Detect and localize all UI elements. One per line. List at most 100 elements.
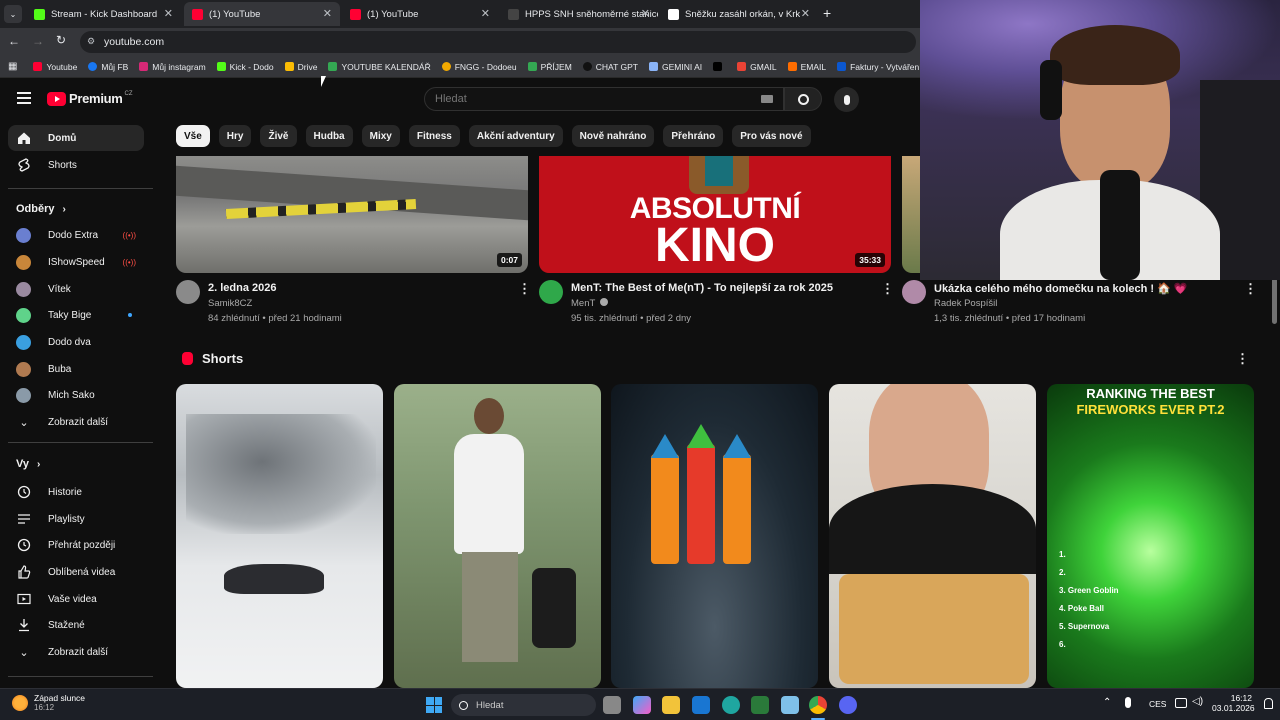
sidebar-item-history[interactable]: Historie (8, 479, 144, 505)
chrome-icon[interactable] (809, 696, 827, 714)
voice-search-button[interactable] (834, 87, 859, 112)
chip-fitness[interactable]: Fitness (408, 125, 460, 147)
outlook-icon[interactable] (692, 696, 710, 714)
chip-live[interactable]: Živě (260, 125, 297, 147)
close-tab-icon[interactable]: ✕ (641, 7, 650, 20)
sidebar-item-shorts[interactable]: Shorts (8, 152, 144, 178)
video-title[interactable]: MenT: The Best of Me(nT) - To nejlepší z… (571, 282, 833, 294)
search-box[interactable] (424, 87, 784, 111)
sidebar-item-subscription[interactable]: Buba (8, 356, 144, 382)
close-tab-icon[interactable]: ✕ (164, 7, 173, 20)
sidebar-item-liked-videos[interactable]: Oblíbená videa (8, 559, 144, 585)
sidebar-item-your-videos[interactable]: Vaše videa (8, 586, 144, 612)
start-button[interactable] (426, 697, 442, 713)
chip-recently-uploaded[interactable]: Nově nahráno (571, 125, 655, 147)
new-tab-button[interactable]: + (823, 5, 831, 21)
taskbar-search[interactable]: Hledat (451, 694, 596, 716)
youtube-logo[interactable]: Premium CZ (47, 91, 133, 106)
sidebar-item-subscription[interactable]: Mich Sako (8, 382, 144, 408)
subscriptions-header[interactable]: Odběry › (16, 203, 66, 215)
bookmark[interactable]: GEMINI AI (648, 62, 702, 72)
address-bar[interactable]: ⚙ youtube.com (80, 31, 916, 53)
more-actions-icon[interactable]: ⋮ (1244, 281, 1257, 297)
back-icon[interactable]: ← (8, 34, 20, 48)
clock[interactable]: 16:12 03.01.2026 (1212, 693, 1255, 713)
close-tab-icon[interactable]: ✕ (481, 7, 490, 20)
edge-icon[interactable] (722, 696, 740, 714)
bookmark[interactable]: Můj FB (88, 62, 128, 72)
sidebar-item-playlists[interactable]: Playlisty (8, 506, 144, 532)
tab-youtube-active[interactable]: (1) YouTube ✕ (184, 2, 340, 26)
bookmark[interactable]: CHAT GPT (582, 62, 638, 72)
bookmark[interactable]: Faktury - Vytváření (837, 62, 920, 72)
video-title[interactable]: 2. ledna 2026 (208, 282, 277, 294)
chip-games[interactable]: Hry (218, 125, 252, 147)
chip-mixes[interactable]: Mixy (361, 125, 400, 147)
more-actions-icon[interactable]: ⋮ (881, 281, 894, 297)
tab-hpps[interactable]: HPPS SNH sněhoměrné stanice ✕ (500, 2, 658, 26)
short-thumbnail[interactable] (829, 384, 1036, 688)
sidebar-show-more-you[interactable]: ⌄ Zobrazit další (8, 639, 144, 665)
sidebar-item-downloads[interactable]: Stažené (8, 612, 144, 638)
task-view-icon[interactable] (603, 696, 621, 714)
short-thumbnail[interactable]: RANKING THE BEST FIREWORKS EVER PT.2 1. … (1047, 384, 1254, 688)
network-icon[interactable] (1175, 698, 1187, 708)
notepad-icon[interactable] (781, 696, 799, 714)
channel-name[interactable]: Radek Pospíšil (934, 298, 997, 309)
file-explorer-icon[interactable] (662, 696, 680, 714)
microphone-icon[interactable] (1125, 697, 1131, 708)
bookmark[interactable]: Drive (284, 62, 317, 72)
weather-widget[interactable]: Západ slunce 16:12 (12, 693, 85, 712)
chip-music[interactable]: Hudba (305, 125, 353, 147)
channel-avatar[interactable] (176, 280, 200, 304)
chip-watched[interactable]: Přehráno (663, 125, 724, 147)
keyboard-icon[interactable] (761, 95, 773, 103)
bookmark[interactable]: EMAIL (787, 62, 826, 72)
chip-action-adventure[interactable]: Akční adventury (468, 125, 563, 147)
search-input[interactable] (435, 93, 735, 105)
reload-icon[interactable]: ↻ (56, 33, 66, 47)
search-button[interactable] (784, 87, 822, 111)
tab-youtube-2[interactable]: (1) YouTube ✕ (342, 2, 498, 26)
short-thumbnail[interactable] (394, 384, 601, 688)
sidebar-item-watch-later[interactable]: Přehrát později (8, 532, 144, 558)
show-hidden-icons[interactable]: ⌃ (1103, 697, 1111, 708)
discord-icon[interactable] (839, 696, 857, 714)
apps-icon[interactable]: ▦ (8, 61, 17, 72)
close-tab-icon[interactable]: ✕ (801, 7, 810, 20)
copilot-icon[interactable] (633, 696, 651, 714)
channel-avatar[interactable] (902, 280, 926, 304)
channel-avatar[interactable] (539, 280, 563, 304)
volume-icon[interactable]: ◁) (1192, 696, 1203, 707)
channel-name[interactable]: Samik8CZ (208, 298, 252, 309)
bookmark[interactable]: Kick - Dodo (216, 62, 274, 72)
bookmark[interactable]: YOUTUBE KALENDÁŘ (328, 62, 431, 72)
sidebar-item-subscription[interactable]: Dodo Extra ((•)) (8, 222, 144, 248)
sidebar-show-more[interactable]: ⌄ Zobrazit další (8, 409, 144, 435)
more-actions-icon[interactable]: ⋮ (518, 281, 531, 297)
tab-search-button[interactable]: ⌄ (4, 5, 22, 23)
site-info-icon[interactable]: ⚙ (87, 36, 95, 47)
channel-name[interactable]: MenT (571, 298, 608, 309)
video-thumbnail[interactable]: 0:07 (176, 156, 528, 273)
bookmark[interactable] (713, 62, 726, 71)
bookmark[interactable]: FNGG - Dodoeu (441, 62, 517, 72)
chip-new-to-you[interactable]: Pro vás nové (732, 125, 811, 147)
short-thumbnail[interactable] (176, 384, 383, 688)
video-thumbnail[interactable] (902, 156, 920, 273)
video-title[interactable]: Ukázka celého mého domečku na kolech ! 🏠… (934, 282, 1188, 295)
you-header[interactable]: Vy › (16, 458, 40, 470)
bookmark[interactable]: Youtube (33, 62, 77, 72)
short-thumbnail[interactable] (611, 384, 818, 688)
video-thumbnail[interactable]: ABSOLUTNÍ KINO 35:33 (539, 156, 891, 273)
chip-all[interactable]: Vše (176, 125, 210, 147)
bookmark[interactable]: Můj instagram (139, 62, 206, 72)
bookmark[interactable]: PŘÍJEM (527, 62, 572, 72)
forward-icon[interactable]: → (32, 34, 44, 48)
menu-icon[interactable] (17, 92, 31, 104)
close-tab-icon[interactable]: ✕ (323, 7, 332, 20)
sidebar-item-home[interactable]: Domů (8, 125, 144, 151)
page-scrollbar[interactable] (1272, 278, 1277, 324)
tab-kick[interactable]: Stream - Kick Dashboard ✕ (26, 2, 181, 26)
sidebar-item-subscription[interactable]: Taky Bige (8, 302, 144, 328)
